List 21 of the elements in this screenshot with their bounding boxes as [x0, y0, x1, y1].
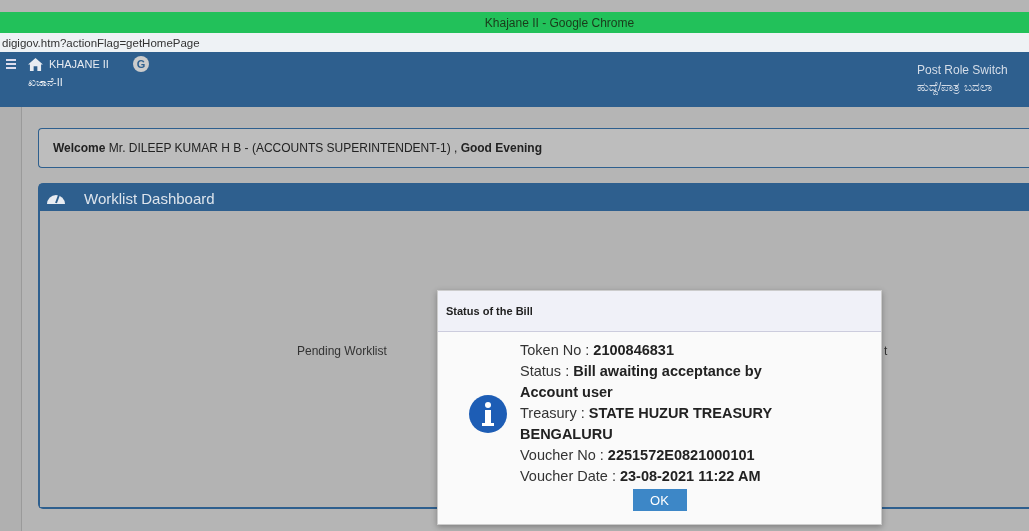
panel-title: Worklist Dashboard	[84, 189, 215, 207]
status-detail: Treasury : STATE HUZUR TREASURY BENGALURU	[520, 404, 773, 444]
address-url[interactable]: digigov.htm?actionFlag=getHomePage	[2, 36, 200, 49]
role-switch-local-link[interactable]: ಹುದ್ದೆ/ಪಾತ್ರ ಬದಲಾ	[917, 80, 1029, 94]
app-name-local: ಖಜಾನೆ-II	[28, 76, 64, 89]
dialog-title: Status of the Bill	[446, 305, 533, 317]
welcome-message: Welcome Mr. DILEEP KUMAR H B - (ACCOUNTS SUPERINTENDENT-1) , Good Evening	[53, 141, 542, 155]
window-title: Khajane II - Google Chrome	[484, 15, 635, 30]
status-detail: Voucher No : 2251572E0821000101	[520, 446, 756, 465]
home-icon[interactable]	[28, 57, 43, 71]
status-detail: Status : Bill awaiting acceptance by Account user	[520, 362, 763, 402]
logo-badge: G	[132, 56, 149, 72]
role-switch-link[interactable]: Post Role Switch	[917, 63, 1029, 77]
pending-message-end: t	[884, 344, 888, 358]
pending-message: Pending Worklist	[297, 344, 387, 358]
info-icon	[468, 393, 508, 434]
app-name: KHAJANE II	[49, 58, 109, 70]
ok-button[interactable]: OK	[632, 489, 687, 511]
status-detail: Token No : 2100846831	[520, 341, 675, 360]
menu-icon[interactable]	[6, 58, 16, 70]
status-detail: Voucher Date : 23-08-2021 11:22 AM	[520, 467, 762, 486]
